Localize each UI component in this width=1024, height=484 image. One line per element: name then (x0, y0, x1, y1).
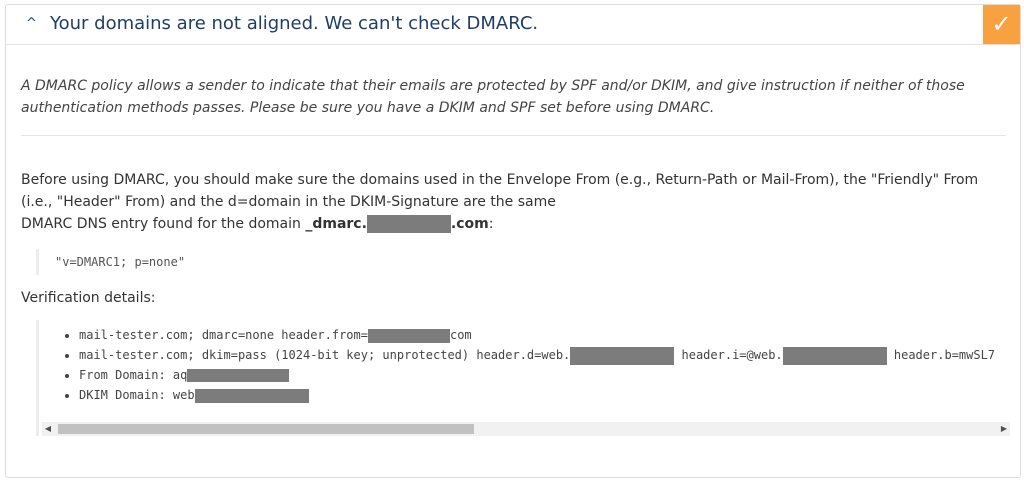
panel-title: Your domains are not aligned. We can't c… (50, 13, 539, 34)
redacted-block (194, 388, 309, 403)
checkmark-icon: ✓ (983, 5, 1020, 44)
verification-line: DKIM Domain: web (79, 385, 1010, 405)
redacted-block (187, 369, 290, 382)
verification-line: mail-tester.com; dkim=pass (1024-bit key… (79, 345, 1010, 365)
scroll-right-arrow-icon[interactable]: ▶ (998, 422, 1010, 436)
redacted-block (782, 346, 887, 365)
panel-header[interactable]: ^ Your domains are not aligned. We can't… (6, 5, 1020, 45)
alignment-paragraph: Before using DMARC, you should make sure… (21, 172, 979, 233)
scrollbar-thumb[interactable] (58, 424, 474, 434)
verification-heading: Verification details: (21, 290, 156, 306)
verification-line: mail-tester.com; dmarc=none header.from=… (79, 325, 1010, 345)
dmarc-intro-text: A DMARC policy allows a sender to indica… (21, 78, 965, 116)
horizontal-scrollbar[interactable]: ◀ ▶ (42, 422, 1010, 436)
divider (21, 135, 1006, 136)
chevron-up-icon[interactable]: ^ (26, 16, 37, 31)
redacted-block (570, 346, 675, 365)
scroll-left-arrow-icon[interactable]: ◀ (42, 422, 54, 436)
redacted-block (366, 215, 451, 233)
verification-code-block: mail-tester.com; dmarc=none header.from=… (36, 320, 1010, 436)
alignment-text: Before using DMARC, you should make sure… (21, 172, 979, 210)
redacted-block (367, 328, 450, 343)
dmarc-panel: ^ Your domains are not aligned. We can't… (5, 4, 1021, 478)
dns-entry-label: DMARC DNS entry found for the domain (21, 216, 301, 232)
dns-domain: _dmarc. .com (305, 215, 489, 233)
verification-line: From Domain: aq (79, 365, 1010, 385)
dmarc-record: "v=DMARC1; p=none" (36, 249, 185, 275)
